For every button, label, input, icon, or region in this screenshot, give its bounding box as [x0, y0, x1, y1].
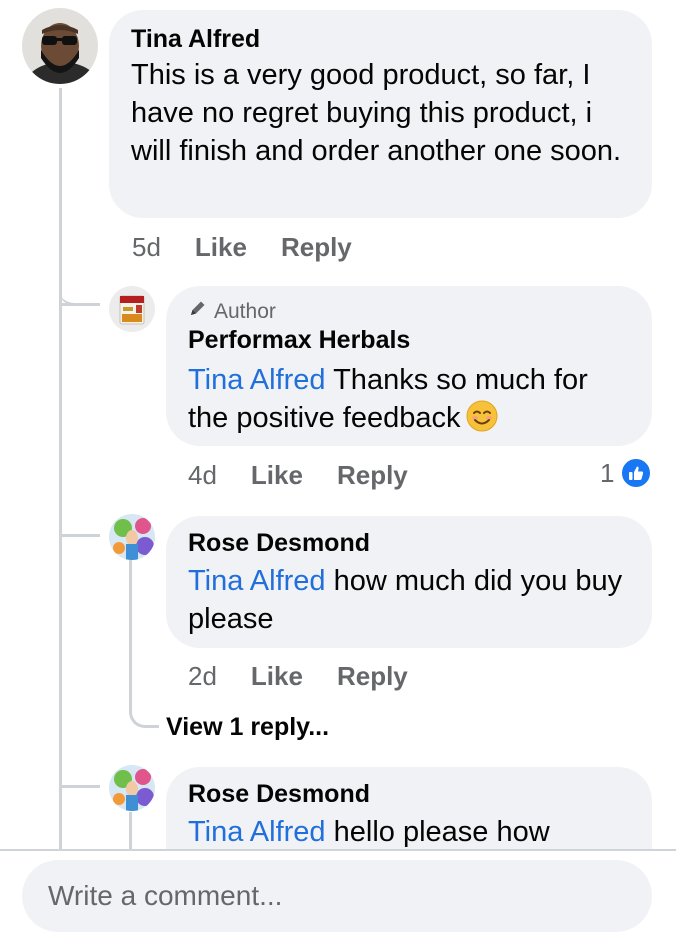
reply-author[interactable]: Performax Herbals	[188, 325, 630, 355]
thread-elbow-h-2	[62, 534, 100, 537]
sub-thread-line-2	[129, 812, 132, 852]
like-button[interactable]: Like	[251, 460, 303, 491]
reply-body: hello please how	[325, 816, 550, 848]
comment-author[interactable]: Tina Alfred	[131, 24, 630, 54]
sub-thread-elbow	[129, 690, 159, 728]
reply-text: Tina Alfred Thanks so much for the posit…	[188, 361, 630, 437]
reply-author[interactable]: Rose Desmond	[188, 528, 630, 558]
thread-elbow-h-1	[62, 303, 100, 306]
reply-bubble-rose-1: Rose Desmond Tina Alfred how much did yo…	[166, 516, 652, 648]
reply-actions-performax: 4d Like Reply	[188, 460, 408, 491]
comment-bubble: Tina Alfred This is a very good product,…	[109, 10, 652, 218]
reply-author[interactable]: Rose Desmond	[188, 779, 630, 809]
reaction-count: 1	[600, 457, 615, 488]
smiling-face-emoji-icon	[466, 400, 498, 432]
comment-actions: 5d Like Reply	[132, 232, 352, 263]
reply-text: Tina Alfred hello please how	[188, 813, 630, 851]
reply-timestamp[interactable]: 2d	[188, 661, 217, 692]
thread-elbow-reply-1	[59, 270, 99, 306]
mention-link[interactable]: Tina Alfred	[188, 364, 326, 396]
comment-composer[interactable]	[22, 860, 652, 932]
avatar-rose-desmond[interactable]	[109, 514, 155, 560]
thread-line-main	[59, 88, 62, 850]
comment-timestamp[interactable]: 5d	[132, 232, 161, 263]
reply-button[interactable]: Reply	[337, 460, 408, 491]
mention-link[interactable]: Tina Alfred	[188, 565, 326, 597]
author-badge: Author	[188, 298, 630, 325]
reply-button[interactable]: Reply	[281, 232, 352, 263]
reaction-summary[interactable]: 1	[600, 457, 653, 489]
comment-input[interactable]	[46, 879, 652, 913]
avatar-rose-desmond[interactable]	[109, 765, 155, 811]
like-button[interactable]: Like	[251, 661, 303, 692]
reply-button[interactable]: Reply	[337, 661, 408, 692]
comment-text: This is a very good product, so far, I h…	[131, 59, 622, 167]
avatar-performax-herbals[interactable]	[109, 286, 155, 332]
like-button[interactable]: Like	[195, 232, 247, 263]
avatar-tina-alfred[interactable]	[22, 8, 98, 84]
view-replies-link[interactable]: View 1 reply...	[166, 713, 329, 742]
mention-link[interactable]: Tina Alfred	[188, 816, 326, 848]
author-badge-label: Author	[214, 299, 276, 323]
reply-timestamp[interactable]: 4d	[188, 460, 217, 491]
thread-elbow-h-3	[62, 785, 100, 788]
reply-text: Tina Alfred how much did you buy please	[188, 562, 630, 638]
sub-thread-line-1	[129, 560, 132, 710]
reply-actions-rose-1: 2d Like Reply	[188, 661, 408, 692]
reply-bubble-performax: Author Performax Herbals Tina Alfred Tha…	[166, 286, 652, 446]
thumbs-up-icon	[620, 457, 653, 489]
composer-divider	[0, 849, 676, 851]
pencil-icon	[188, 298, 208, 325]
